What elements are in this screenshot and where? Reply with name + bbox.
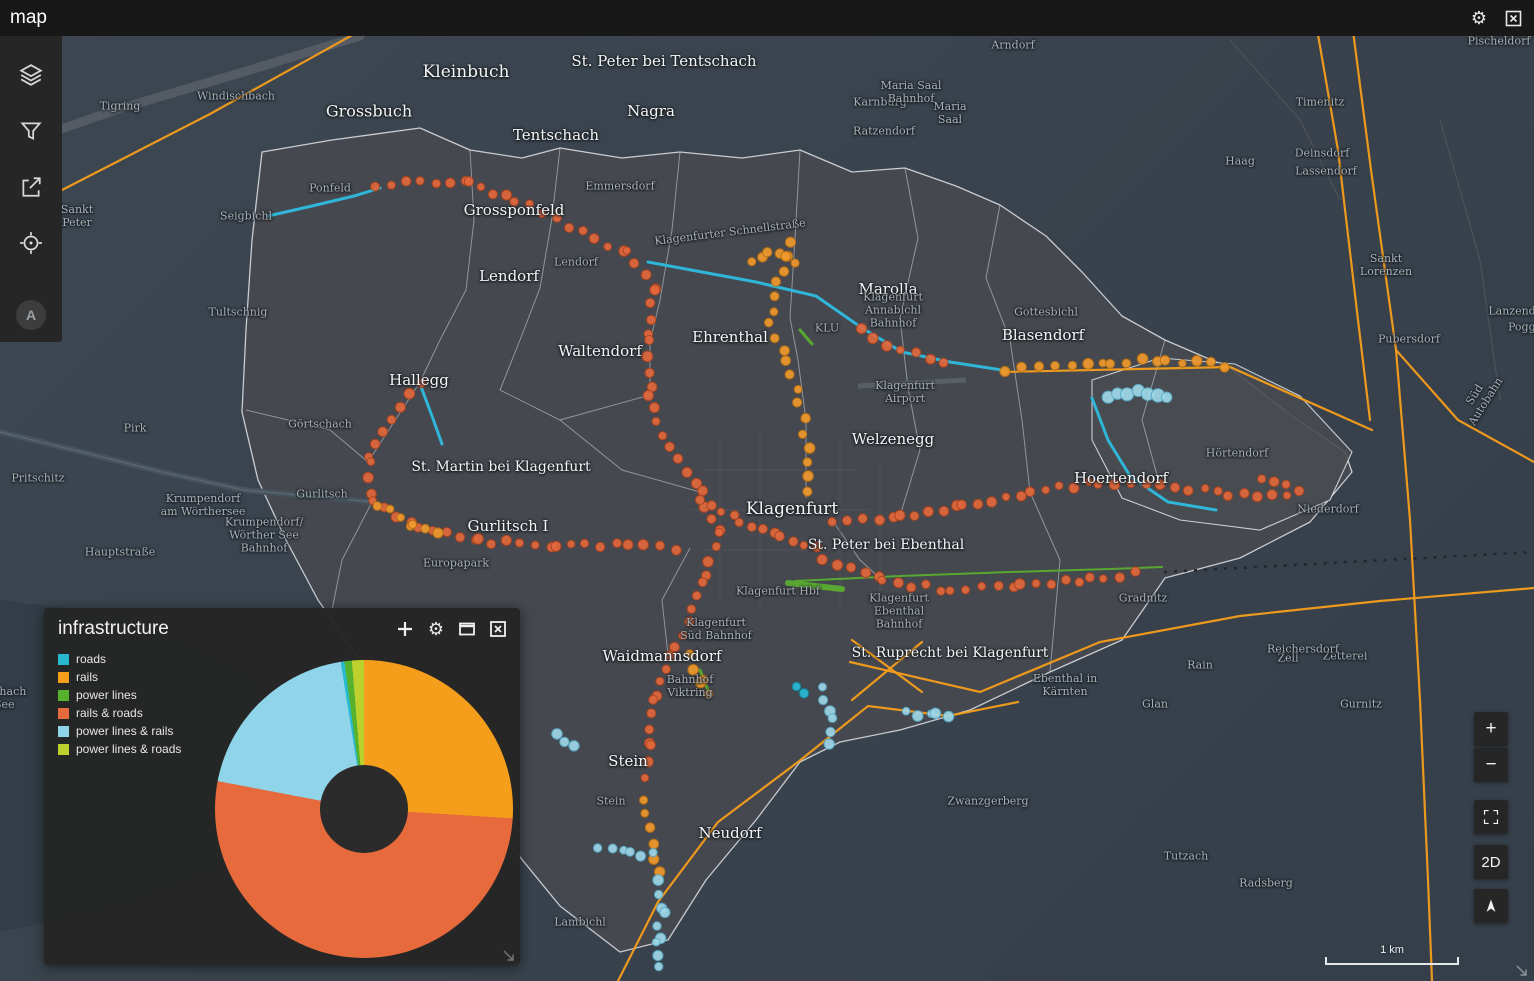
window-title: map	[10, 7, 47, 28]
fullscreen-button[interactable]	[1474, 800, 1508, 834]
share-icon	[22, 177, 41, 197]
scalebar-bar	[1325, 957, 1459, 965]
fullscreen-icon	[1483, 809, 1499, 825]
legend-item[interactable]: rails & roads	[58, 706, 181, 720]
share-button[interactable]	[18, 174, 44, 200]
legend-label: rails & roads	[76, 706, 143, 720]
chart-legend: roads rails power lines rails & roads power …	[58, 652, 181, 756]
legend-item[interactable]: rails	[58, 670, 181, 684]
app-window: Kleinbuch St. Peter bei Tentschach Grossbu…	[0, 0, 1534, 981]
add-button[interactable]	[395, 619, 415, 639]
infrastructure-panel: infrastructure ⚙ roads rails power lines ra…	[44, 608, 520, 965]
close-icon	[490, 621, 506, 637]
legend-label: rails	[76, 670, 99, 684]
plus-icon	[398, 622, 412, 636]
scalebar: 1 km	[1325, 944, 1459, 965]
legend-swatch	[58, 689, 69, 701]
legend-swatch	[58, 725, 69, 737]
avatar[interactable]: A	[16, 300, 46, 330]
layers-icon	[19, 64, 43, 86]
locate-button[interactable]	[18, 230, 44, 256]
zoom-in-button[interactable]: +	[1474, 712, 1508, 746]
maximize-button[interactable]	[457, 619, 477, 639]
filter-icon	[20, 122, 42, 141]
legend-swatch	[58, 707, 69, 719]
map-resize-handle[interactable]	[1515, 964, 1528, 977]
settings-button[interactable]: ⚙	[1468, 7, 1490, 29]
legend-item[interactable]: power lines & roads	[58, 742, 181, 756]
donut-chart[interactable]	[215, 660, 513, 958]
topbar: map ⚙	[0, 0, 1534, 36]
donut-hole	[320, 765, 408, 853]
left-toolbar: A	[0, 36, 62, 342]
legend-label: power lines & rails	[76, 724, 174, 738]
compass-icon	[1486, 899, 1496, 912]
compass-button[interactable]	[1474, 889, 1508, 923]
legend-item[interactable]: power lines & rails	[58, 724, 181, 738]
gear-icon: ⚙	[1470, 8, 1488, 28]
legend-label: roads	[76, 652, 107, 666]
panel-close-button[interactable]	[488, 619, 508, 639]
legend-label: power lines	[76, 688, 137, 702]
legend-item[interactable]: roads	[58, 652, 181, 666]
mode-2d-button[interactable]: 2D	[1474, 845, 1508, 879]
scalebar-label: 1 km	[1380, 944, 1404, 956]
close-button[interactable]	[1502, 7, 1524, 29]
legend-swatch	[58, 653, 69, 665]
legend-swatch	[58, 743, 69, 755]
legend-swatch	[58, 671, 69, 683]
maximize-icon	[459, 622, 475, 636]
panel-settings-button[interactable]: ⚙	[426, 619, 446, 639]
locate-icon	[20, 232, 42, 254]
zoom-out-button[interactable]: −	[1474, 748, 1508, 782]
filter-button[interactable]	[18, 118, 44, 144]
close-icon	[1505, 10, 1521, 26]
gear-icon: ⚙	[427, 619, 445, 639]
panel-title: infrastructure	[58, 618, 169, 639]
legend-item[interactable]: power lines	[58, 688, 181, 702]
panel-resize-handle[interactable]	[502, 949, 515, 962]
legend-label: power lines & roads	[76, 742, 182, 756]
layers-button[interactable]	[18, 62, 44, 88]
